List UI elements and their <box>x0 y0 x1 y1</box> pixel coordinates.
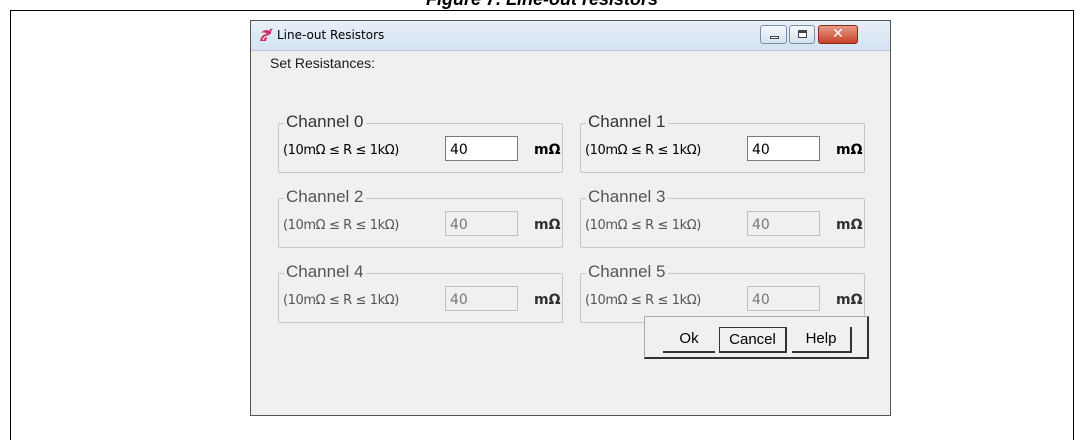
channel-2-unit: mΩ <box>534 217 561 233</box>
flame-icon <box>260 28 273 41</box>
channel-2-range: (10mΩ ≤ R ≤ 1kΩ) <box>283 218 399 233</box>
maximize-button[interactable] <box>789 25 815 44</box>
close-icon: ✕ <box>832 26 844 42</box>
channel-4-unit: mΩ <box>534 292 561 308</box>
channel-3-title: Channel 3 <box>586 187 668 207</box>
channel-1-unit: mΩ <box>836 142 863 158</box>
set-resistances-label: Set Resistances: <box>270 55 376 71</box>
close-button[interactable]: ✕ <box>818 25 858 44</box>
channel-1-title: Channel 1 <box>586 112 668 132</box>
channel-0-unit: mΩ <box>534 142 561 158</box>
figure-caption: Figure 7. Line-out resistors <box>0 0 1084 10</box>
channel-2-title: Channel 2 <box>284 187 366 207</box>
channel-4-input[interactable]: 40 <box>445 286 518 311</box>
maximize-icon <box>798 30 807 38</box>
channel-5-input[interactable]: 40 <box>747 286 820 311</box>
channel-0-title: Channel 0 <box>284 112 366 132</box>
channel-5-range: (10mΩ ≤ R ≤ 1kΩ) <box>585 293 701 308</box>
channel-0-input[interactable]: 40 <box>445 136 518 161</box>
dialog-window: Line-out Resistors ✕ Set Resistances: Ch… <box>250 20 891 416</box>
ok-button[interactable]: Ok <box>663 327 715 353</box>
help-button[interactable]: Help <box>792 327 852 353</box>
minimize-button[interactable] <box>760 25 787 44</box>
channel-3-range: (10mΩ ≤ R ≤ 1kΩ) <box>585 218 701 233</box>
channel-4-range: (10mΩ ≤ R ≤ 1kΩ) <box>283 293 399 308</box>
channel-3-group: Channel 3 (10mΩ ≤ R ≤ 1kΩ) 40 mΩ <box>580 187 865 248</box>
channel-3-unit: mΩ <box>836 217 863 233</box>
channel-4-title: Channel 4 <box>284 262 366 282</box>
minimize-icon <box>770 36 779 39</box>
cancel-button[interactable]: Cancel <box>719 327 787 353</box>
channel-0-range: (10mΩ ≤ R ≤ 1kΩ) <box>283 143 399 158</box>
channel-4-group: Channel 4 (10mΩ ≤ R ≤ 1kΩ) 40 mΩ <box>278 262 563 323</box>
title-bar[interactable]: Line-out Resistors ✕ <box>251 21 890 51</box>
channel-3-input[interactable]: 40 <box>747 211 820 236</box>
window-title: Line-out Resistors <box>277 28 385 42</box>
channel-1-input[interactable]: 40 <box>747 136 820 161</box>
channel-0-group: Channel 0 (10mΩ ≤ R ≤ 1kΩ) 40 mΩ <box>278 112 563 173</box>
channel-5-title: Channel 5 <box>586 262 668 282</box>
button-bar: Ok Cancel Help <box>644 316 869 359</box>
channel-5-unit: mΩ <box>836 292 863 308</box>
channel-2-input[interactable]: 40 <box>445 211 518 236</box>
channel-2-group: Channel 2 (10mΩ ≤ R ≤ 1kΩ) 40 mΩ <box>278 187 563 248</box>
channel-1-group: Channel 1 (10mΩ ≤ R ≤ 1kΩ) 40 mΩ <box>580 112 865 173</box>
channel-1-range: (10mΩ ≤ R ≤ 1kΩ) <box>585 143 701 158</box>
